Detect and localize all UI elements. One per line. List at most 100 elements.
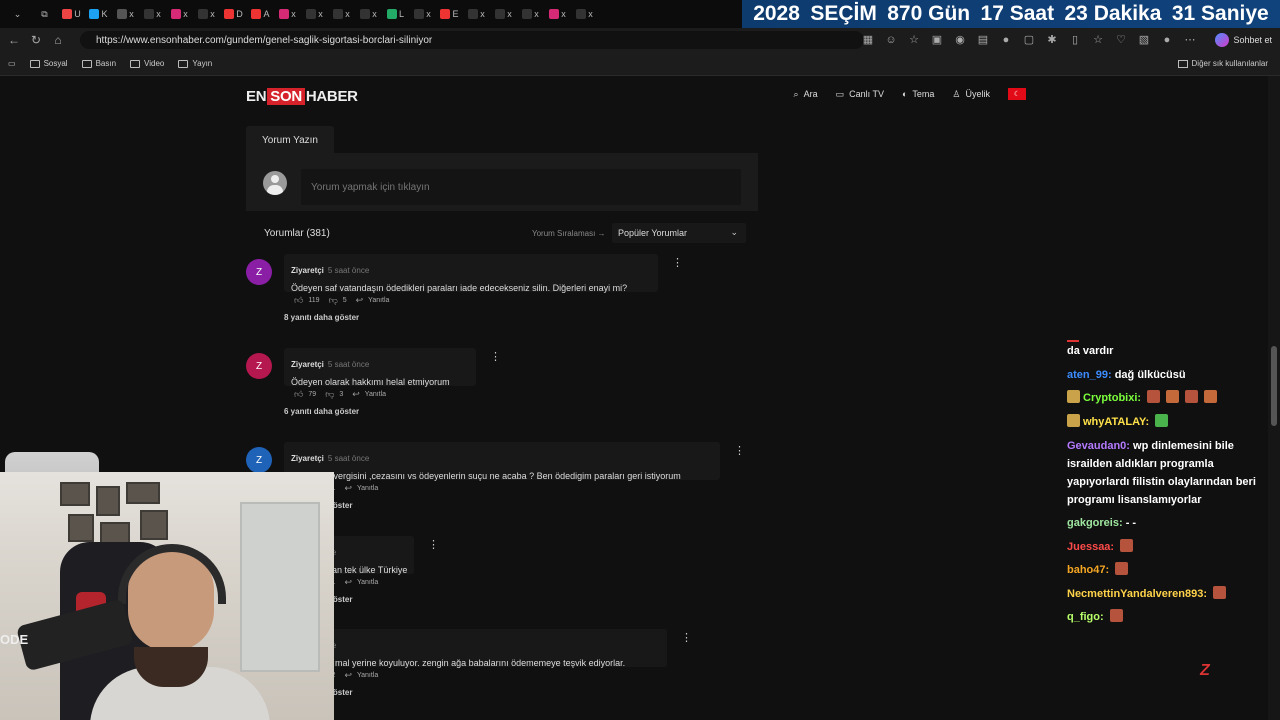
sort-label: Yorum Sıralaması → [532, 229, 606, 238]
show-more-replies[interactable]: 6 yanıtı daha göster [284, 407, 359, 416]
channel-watermark: Z [1198, 662, 1212, 679]
browser-tab[interactable]: x [517, 4, 544, 24]
browser-tab[interactable]: E [436, 4, 463, 24]
logo-en: EN [246, 87, 267, 105]
split-screen-icon[interactable]: ▯ [1067, 32, 1083, 48]
browser-tab[interactable]: x [355, 4, 382, 24]
extension-icon[interactable]: ▣ [929, 32, 945, 48]
extension-icon[interactable]: ▢ [1021, 32, 1037, 48]
comment-form: Yorum Yazın [246, 126, 758, 212]
favorite-star-icon[interactable]: ☆ [906, 32, 922, 48]
dislike-button[interactable]: 👎︎ 5 [329, 295, 347, 306]
chat-username[interactable]: baho47: [1067, 564, 1109, 576]
nav-live-tv[interactable]: ▭ Canlı TV [836, 89, 884, 100]
search-icon: ⌕ [793, 88, 799, 99]
reply-button[interactable]: ↩ Yanıtla [344, 670, 378, 681]
comment-menu-icon[interactable]: ⋮ [681, 631, 692, 644]
sort-select[interactable]: Popüler Yorumlar ⌄ [612, 223, 746, 243]
copilot-chat-button[interactable]: Sohbet et [1215, 31, 1272, 49]
comment-menu-icon[interactable]: ⋮ [490, 350, 501, 363]
heart-icon[interactable]: ♡ [1113, 32, 1129, 48]
reply-button[interactable]: ↩ Yanıtla [356, 295, 390, 306]
tab-label: x [291, 9, 296, 19]
chat-username[interactable]: Cryptobixi: [1083, 392, 1141, 404]
like-button[interactable]: 👍︎ 79 [294, 389, 316, 400]
bookmark-folder-basin[interactable]: Basın [81, 59, 116, 68]
home-icon[interactable]: ⌂ [50, 33, 66, 47]
bookmark-folder-video[interactable]: Video [130, 59, 164, 68]
chat-message: da vardır [1067, 340, 1267, 364]
nav-search[interactable]: ⌕ Ara [794, 89, 818, 100]
comment-menu-icon[interactable]: ⋮ [672, 256, 683, 269]
extension-icon[interactable]: ◉ [952, 32, 968, 48]
back-icon[interactable]: ← [6, 33, 22, 47]
like-button[interactable]: 👍︎ 119 [294, 295, 320, 306]
browser-tab[interactable]: A [247, 4, 274, 24]
tab-favicon-icon [251, 9, 262, 19]
comment-tab[interactable]: Yorum Yazın [246, 126, 334, 154]
chat-username[interactable]: Juessaa: [1067, 541, 1114, 553]
browser-tab[interactable]: x [193, 4, 220, 24]
chat-emote-icon [1120, 538, 1134, 552]
browser-tab[interactable]: x [166, 4, 193, 24]
reader-icon[interactable]: ▦ [860, 32, 876, 48]
browser-tab[interactable]: x [328, 4, 355, 24]
show-more-replies[interactable]: 8 yanıtı daha göster [284, 313, 359, 322]
extension-icon[interactable]: ● [998, 32, 1014, 48]
extension-icon[interactable]: ▤ [975, 32, 991, 48]
page-scrollbar[interactable] [1268, 76, 1280, 720]
chat-username[interactable]: NecmettinYandalveren893: [1067, 588, 1207, 600]
browser-tab[interactable]: L [382, 4, 409, 24]
chat-username[interactable]: whyATALAY: [1083, 416, 1149, 428]
browser-tab[interactable]: K [85, 4, 112, 24]
browser-tab[interactable]: U [58, 4, 85, 24]
tab-actions-icon[interactable]: ⌄ [4, 4, 31, 24]
chat-username[interactable]: aten_99: [1067, 369, 1112, 381]
reply-button[interactable]: ↩ Yanıtla [344, 577, 378, 588]
site-logo[interactable]: EN SON HABER [246, 87, 358, 105]
profile-avatar[interactable]: ● [1159, 32, 1175, 48]
scrollbar-thumb[interactable] [1271, 346, 1277, 426]
translate-icon[interactable]: ☺ [883, 32, 899, 48]
chat-username[interactable]: q_figo: [1067, 611, 1104, 623]
browser-tab[interactable]: x [274, 4, 301, 24]
comment-text: Ödeyen saf vatandaşın ödedikleri paralar… [291, 283, 628, 293]
browser-tab[interactable]: D [220, 4, 247, 24]
reload-icon[interactable]: ↻ [28, 33, 44, 47]
workspaces-icon[interactable]: ⧉ [31, 4, 58, 24]
more-icon[interactable]: ⋯ [1182, 32, 1198, 48]
nav-account[interactable]: ♙ Üyelik [952, 89, 990, 100]
reply-button[interactable]: ↩ Yanıtla [352, 389, 386, 400]
tab-label: x [210, 9, 215, 19]
turkey-flag-icon[interactable]: ☾ [1008, 88, 1026, 100]
nav-theme[interactable]: ◐ Tema [902, 89, 934, 99]
sidebar-toggle-icon[interactable]: ▭ [8, 59, 16, 68]
extensions-puzzle-icon[interactable]: ✱ [1044, 32, 1060, 48]
chat-username[interactable]: Gevaudan0: [1067, 440, 1130, 452]
dislike-button[interactable]: 👎︎ 3 [325, 389, 343, 400]
reply-icon: ↩ [355, 295, 364, 305]
browser-tab[interactable]: x [112, 4, 139, 24]
comment-menu-icon[interactable]: ⋮ [428, 538, 439, 551]
favorites-icon[interactable]: ☆ [1090, 32, 1106, 48]
bookmark-folder-sosyal[interactable]: Sosyal [29, 59, 68, 68]
comment-input[interactable] [301, 169, 741, 205]
browser-tab[interactable]: x [139, 4, 166, 24]
url-bar[interactable]: https://www.ensonhaber.com/gundem/genel-… [80, 31, 864, 49]
reply-button[interactable]: ↩ Yanıtla [344, 483, 378, 494]
tab-label: x [183, 9, 188, 19]
like-count: 119 [308, 297, 320, 304]
browser-tab[interactable]: x [409, 4, 436, 24]
bookmark-folder-yayin[interactable]: Yayın [178, 59, 212, 68]
browser-tab[interactable]: x [571, 4, 598, 24]
browser-tab[interactable]: x [490, 4, 517, 24]
webcam-overlay: ODE [0, 472, 334, 720]
browser-tab[interactable]: x [544, 4, 571, 24]
other-bookmarks[interactable]: Diğer sık kullanılanlar [1177, 59, 1268, 68]
collections-icon[interactable]: ▧ [1136, 32, 1152, 48]
comment-bubble: 5 saat önce ödeyenleri mal yerine koyulu… [284, 629, 667, 668]
comment-menu-icon[interactable]: ⋮ [734, 444, 745, 457]
browser-tab[interactable]: x [463, 4, 490, 24]
browser-tab[interactable]: x [301, 4, 328, 24]
chat-username[interactable]: gakgoreis: [1067, 517, 1123, 529]
